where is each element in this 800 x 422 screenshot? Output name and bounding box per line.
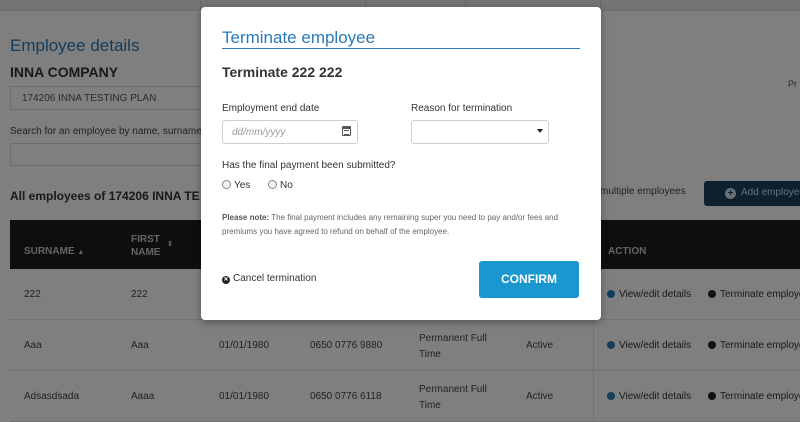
no-radio[interactable]: [268, 180, 277, 189]
end-date-label: Employment end date: [222, 103, 320, 114]
yes-radio[interactable]: [222, 180, 231, 189]
cancel-termination-label: Cancel termination: [233, 273, 317, 284]
close-icon: ✕: [222, 276, 230, 284]
final-payment-question: Has the final payment been submitted?: [222, 160, 396, 171]
note-prefix: Please note:: [222, 213, 270, 222]
no-radio-label: No: [280, 180, 293, 191]
calendar-icon[interactable]: [342, 126, 351, 136]
title-divider: [222, 48, 580, 49]
no-radio-option[interactable]: No: [268, 180, 293, 191]
yes-radio-option[interactable]: Yes: [222, 180, 250, 191]
modal-title: Terminate employee: [222, 28, 376, 47]
cancel-termination-link[interactable]: ✕ Cancel termination: [222, 273, 316, 284]
modal-subtitle: Terminate 222 222: [222, 64, 343, 80]
confirm-button[interactable]: CONFIRM: [479, 261, 579, 298]
payment-note: Please note: The final payment includes …: [222, 211, 587, 239]
chevron-down-icon: [537, 129, 543, 133]
note-text: The final payment includes any remaining…: [222, 213, 559, 236]
reason-label: Reason for termination: [411, 103, 513, 114]
reason-select[interactable]: [411, 120, 549, 144]
yes-radio-label: Yes: [234, 180, 251, 191]
terminate-employee-modal: Terminate employee Terminate 222 222 Emp…: [201, 7, 601, 320]
end-date-input[interactable]: dd/mm/yyyy: [222, 120, 358, 144]
end-date-placeholder: dd/mm/yyyy: [232, 127, 286, 138]
